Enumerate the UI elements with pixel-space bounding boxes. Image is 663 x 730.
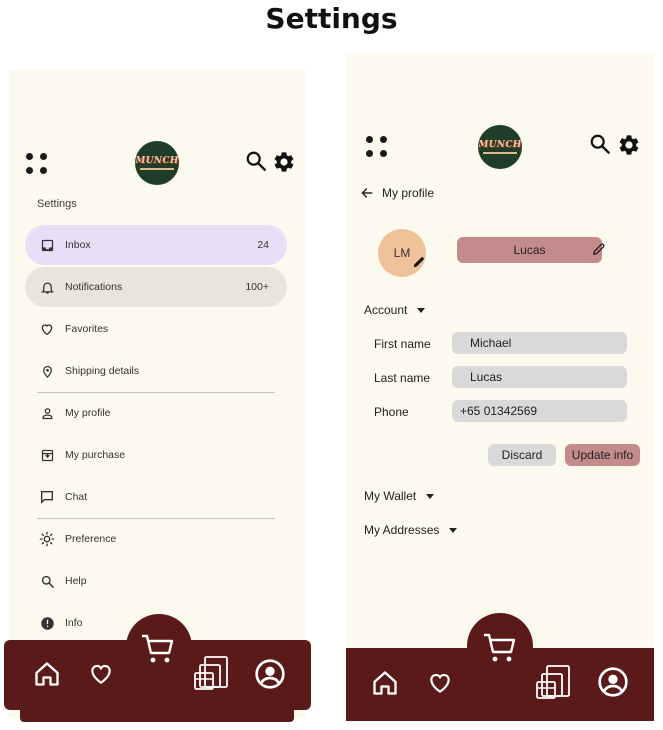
menu-item-help[interactable]: Help [25, 561, 287, 601]
menu-item-label: Preference [65, 533, 117, 545]
info-icon [39, 615, 55, 631]
update-info-button[interactable]: Update info [565, 444, 640, 466]
display-name-value: Lucas [513, 243, 546, 257]
screen-title: My profile [382, 186, 435, 200]
back-button[interactable]: My profile [360, 186, 434, 200]
phone-label: Phone [374, 405, 409, 419]
menu-item-label: Notifications [65, 281, 123, 293]
chat-icon [39, 489, 55, 505]
bell-icon [39, 279, 55, 295]
download-box-icon [39, 447, 55, 463]
search-icon [39, 573, 55, 589]
discard-button[interactable]: Discard [488, 444, 556, 466]
brand-logo: MUNCH [135, 141, 179, 185]
caret-down-icon [426, 493, 435, 499]
menu-item-label: Shipping details [65, 365, 140, 377]
menu-item-notifications[interactable]: Notifications 100+ [25, 267, 287, 307]
menu-item-shipping[interactable]: Shipping details [25, 351, 287, 391]
home-icon[interactable] [33, 660, 61, 688]
phone-field[interactable] [452, 400, 627, 422]
apps-grid-icon[interactable] [26, 153, 48, 175]
account-circle-icon[interactable] [254, 658, 286, 690]
first-name-label: First name [374, 337, 431, 351]
gear-icon[interactable] [272, 150, 296, 174]
avatar-initials: LM [393, 246, 411, 260]
display-name-field[interactable]: Lucas [457, 237, 602, 263]
heart-icon[interactable] [426, 670, 454, 696]
addresses-section-toggle[interactable]: My Addresses [364, 523, 458, 537]
menu-item-label: Favorites [65, 323, 109, 335]
avatar[interactable]: LM [378, 229, 426, 277]
sun-icon [39, 531, 55, 547]
section-label: Account [364, 303, 408, 317]
section-label: My Wallet [364, 489, 417, 503]
cart-icon[interactable] [482, 632, 518, 664]
search-icon[interactable] [245, 150, 267, 172]
menu-item-favorites[interactable]: Favorites [25, 309, 287, 349]
menu-item-label: My purchase [65, 449, 126, 461]
menu-item-label: Chat [65, 491, 88, 503]
inbox-icon [39, 237, 55, 253]
account-circle-icon[interactable] [597, 666, 629, 698]
orders-stack-icon[interactable] [535, 664, 571, 700]
arrow-left-icon [361, 188, 373, 198]
page-title: Settings [265, 2, 398, 35]
apps-grid-icon[interactable] [366, 136, 388, 158]
pencil-icon[interactable] [412, 255, 426, 269]
search-icon[interactable] [589, 133, 611, 155]
count-badge: 100+ [245, 281, 269, 293]
person-icon [39, 405, 55, 421]
brand-logo: MUNCH [478, 125, 522, 169]
menu-heading: Settings [37, 198, 77, 210]
gear-icon[interactable] [617, 133, 641, 157]
last-name-label: Last name [374, 371, 431, 385]
menu-item-preference[interactable]: Preference [25, 519, 287, 559]
caret-down-icon [417, 307, 426, 313]
account-section-toggle[interactable]: Account [364, 303, 426, 317]
menu-item-label: Inbox [65, 239, 91, 251]
wallet-section-toggle[interactable]: My Wallet [364, 489, 435, 503]
cart-icon[interactable] [140, 633, 176, 665]
heart-icon[interactable] [87, 661, 115, 687]
section-label: My Addresses [364, 523, 440, 537]
menu-item-inbox[interactable]: Inbox 24 [25, 225, 287, 265]
count-badge: 24 [257, 239, 269, 251]
menu-item-chat[interactable]: Chat [25, 477, 287, 517]
menu-item-label: My profile [65, 407, 111, 419]
menu-item-label: Help [65, 575, 87, 587]
heart-icon [39, 321, 55, 337]
home-icon[interactable] [371, 669, 399, 697]
pencil-icon[interactable] [592, 242, 606, 256]
menu-item-purchase[interactable]: My purchase [25, 435, 287, 475]
first-name-field[interactable] [452, 332, 627, 354]
location-pin-icon [39, 363, 55, 379]
caret-down-icon [449, 527, 458, 533]
last-name-field[interactable] [452, 366, 627, 388]
orders-stack-icon[interactable] [193, 655, 229, 691]
menu-item-profile[interactable]: My profile [25, 393, 287, 433]
